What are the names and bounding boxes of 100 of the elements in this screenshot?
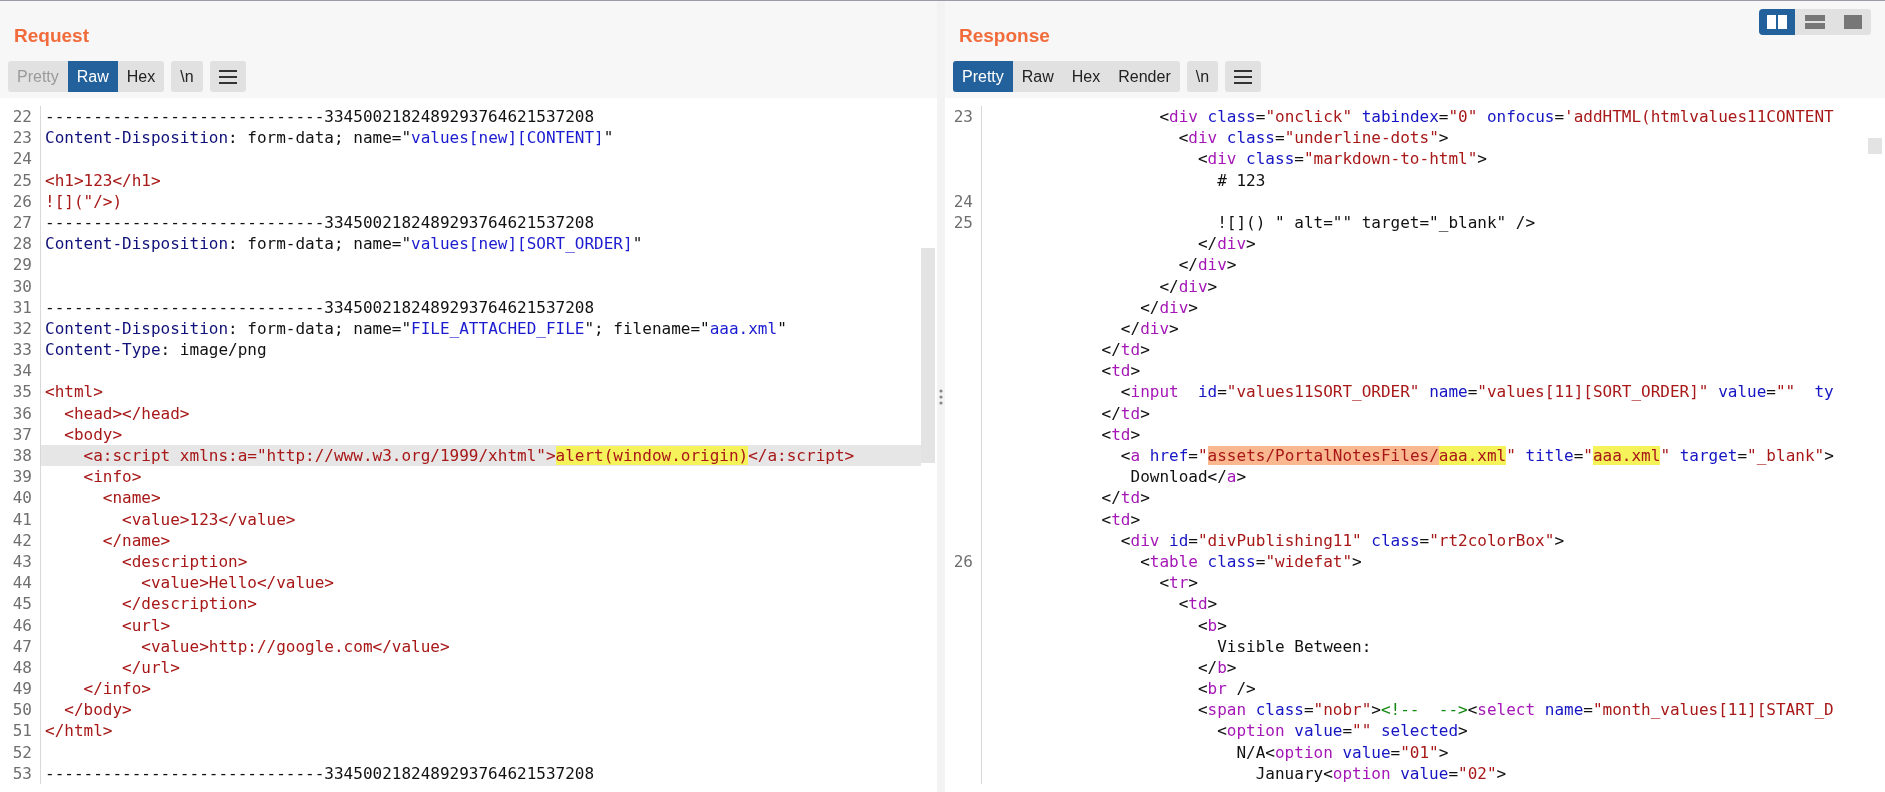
single-pane-icon (1844, 15, 1862, 29)
code-line: </td> (1100, 487, 1150, 509)
code-line: <tr> (1158, 572, 1198, 594)
code-line: <description> (121, 550, 248, 573)
menu-button[interactable] (209, 61, 246, 92)
scrollbar-thumb[interactable] (1868, 138, 1882, 154)
view-tab[interactable]: Hex (117, 61, 165, 92)
view-tab[interactable]: Raw (67, 61, 118, 92)
line-number: 39 (12, 466, 33, 488)
code-line: </info> (82, 678, 151, 700)
line-number: 49 (12, 678, 33, 700)
code-line: </div> (1139, 296, 1198, 318)
code-line: </div> (1119, 317, 1179, 340)
line-number: 53 (12, 762, 33, 784)
line-number: 24 (12, 148, 33, 170)
code-line: Content-Disposition: form-data; name="values[new][SORT_ORDER]" (44, 233, 643, 255)
menu-icon (218, 69, 237, 84)
code-line: -----------------------------3345002182489293764621537208 (44, 762, 595, 784)
code-line: <value>http://google.com</value> (140, 635, 450, 657)
code-line: <div id="divPublishing11" class="rt2colorBox"> (1119, 529, 1565, 551)
line-number: 34 (12, 360, 33, 382)
code-line: Download</a> (1129, 466, 1247, 488)
line-number: 26 (12, 190, 33, 212)
line-number: 50 (12, 699, 33, 721)
line-number: 26 (953, 550, 974, 573)
code-line: <b> (1196, 614, 1227, 636)
code-line: <table class="widefat"> (1139, 550, 1362, 573)
line-number: 44 (12, 572, 33, 594)
code-line: <a href="assets/PortalNotesFiles/aaa.xml" title="aaa.xml" target="_blank"> (1119, 445, 1834, 467)
code-line: <h1>123</h1> (44, 169, 161, 191)
code-line: <value>Hello</value> (140, 572, 334, 594)
line-number: 42 (12, 529, 33, 551)
code-line: </url> (121, 656, 180, 679)
code-line: </body> (63, 699, 132, 721)
code-line: <td> (1100, 360, 1141, 382)
line-number: 25 (12, 169, 33, 191)
newline-toggle-button[interactable]: \n (171, 61, 203, 92)
code-line: </div> (1177, 254, 1237, 276)
line-number: 45 (12, 593, 33, 615)
code-line: </name> (101, 529, 171, 551)
code-line: Visible Between: (1216, 635, 1372, 657)
code-line: </b> (1196, 656, 1237, 679)
line-number: 23 (12, 127, 33, 149)
view-tab[interactable]: Raw (1012, 61, 1063, 92)
line-number: 23 (953, 106, 974, 128)
line-number: 43 (12, 550, 33, 573)
code-line: <div class="underline-dots"> (1177, 127, 1449, 149)
code-line: ![]("/>) (44, 190, 123, 212)
line-number: 36 (12, 402, 33, 424)
line-number: 28 (12, 233, 33, 255)
line-number: 35 (12, 381, 33, 403)
view-tab[interactable]: Render (1109, 61, 1180, 92)
newline-toggle-button[interactable]: \n (1186, 61, 1219, 92)
code-line: N/A<option value="01"> (1235, 741, 1449, 763)
code-line: </td> (1100, 339, 1150, 361)
code-line: <td> (1100, 508, 1141, 530)
line-number: 29 (12, 254, 33, 276)
code-line: Content-Disposition: form-data; name="values[new][CONTENT]" (44, 127, 614, 149)
line-number: 32 (12, 317, 33, 340)
line-number: 38 (12, 445, 33, 467)
line-number: 27 (12, 211, 33, 234)
code-line: </html> (44, 720, 113, 742)
code-line: </div> (1158, 275, 1218, 297)
code-line: <br /> (1196, 678, 1256, 700)
code-line: # 123 (1216, 169, 1266, 191)
code-line: <a:script xmlns:a="http://www.w3.org/1999/xhtml">alert(window.origin)</a:script> (82, 445, 855, 467)
code-line: <body> (63, 423, 123, 445)
code-line: <info> (82, 466, 142, 488)
code-line: ![]() " alt="" target="_blank" /> (1216, 211, 1536, 234)
code-line: -----------------------------3345002182489293764621537208 (44, 106, 595, 128)
code-line: <div class="onclick" tabindex="0" onfocus='addHTML(htmlvalues11CONTENT (1158, 106, 1834, 128)
code-line: <option value="" selected> (1216, 720, 1468, 742)
menu-button[interactable] (1225, 61, 1262, 92)
layout-button[interactable] (1759, 9, 1795, 35)
line-number: 51 (12, 720, 33, 742)
code-line: <html> (44, 381, 103, 403)
code-line: <span class="nobr"><!-- --><select name="month_values[11][START_D (1196, 699, 1834, 721)
split-columns-icon (1767, 15, 1787, 29)
code-line: </description> (121, 593, 257, 615)
scrollbar-thumb[interactable] (921, 248, 935, 463)
code-line: <td> (1100, 423, 1141, 445)
drag-handle-icon[interactable] (939, 388, 943, 405)
line-number: 30 (12, 275, 33, 297)
line-number: 37 (12, 423, 33, 445)
view-tab[interactable]: Hex (1062, 61, 1110, 92)
code-line: January<option value="02"> (1254, 762, 1507, 784)
line-number: 41 (12, 508, 33, 530)
line-number: 25 (953, 211, 974, 234)
line-number: 24 (953, 190, 974, 212)
code-line: Content-Type: image/png (44, 339, 267, 361)
code-line: -----------------------------3345002182489293764621537208 (44, 211, 595, 234)
code-line: <div class="markdown-to-html"> (1196, 148, 1487, 170)
code-line: <td> (1177, 593, 1218, 615)
line-number: 47 (12, 635, 33, 657)
code-line: </td> (1100, 402, 1150, 424)
menu-icon (1234, 69, 1253, 84)
code-line: </div> (1196, 233, 1256, 255)
code-line: Content-Disposition: form-data; name="FILE_ATTACHED_FILE"; filename="aaa.xml" (44, 317, 787, 340)
view-tab[interactable]: Pretty (953, 61, 1013, 92)
line-number: 46 (12, 614, 33, 636)
